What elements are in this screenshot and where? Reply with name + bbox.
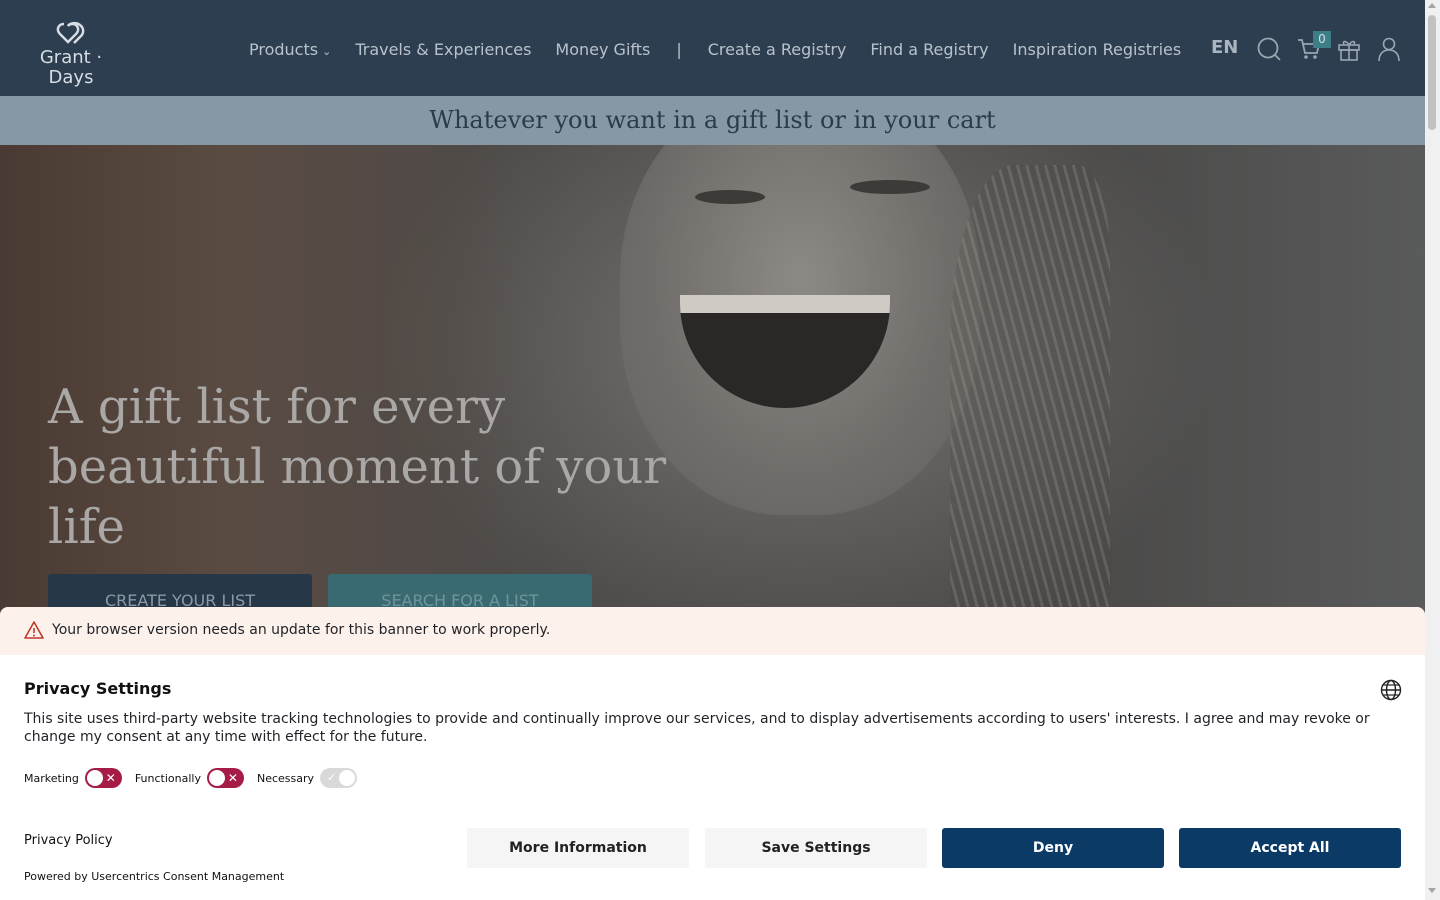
nav-separator: | — [676, 39, 682, 59]
user-icon[interactable] — [1376, 36, 1402, 62]
hero-image-hair — [950, 165, 1110, 615]
privacy-policy-link[interactable]: Privacy Policy — [24, 833, 113, 848]
page-scrollbar[interactable] — [1425, 0, 1440, 900]
privacy-settings-title: Privacy Settings — [24, 679, 172, 698]
privacy-description: This site uses third-party website track… — [24, 711, 1370, 745]
nav-money-gifts[interactable]: Money Gifts — [555, 40, 650, 59]
necessary-toggle: ✓ — [320, 768, 358, 788]
nav-find-registry[interactable]: Find a Registry — [870, 40, 988, 59]
marketing-toggle[interactable]: ✕ — [84, 768, 122, 788]
toggle-knob — [208, 770, 225, 786]
x-icon: ✕ — [105, 771, 116, 785]
page: Grant · Days Products ⌄ Travels & Experie… — [0, 0, 1425, 900]
double-heart-logo-icon — [56, 21, 85, 44]
tagline-bar: Whatever you want in a gift list or in y… — [0, 96, 1425, 145]
powered-by-text: Powered by Usercentrics Consent Manageme… — [24, 870, 285, 883]
scroll-down-arrow-icon[interactable] — [1428, 888, 1436, 893]
more-information-button[interactable]: More Information — [467, 828, 689, 868]
privacy-consent-banner: Your browser version needs an update for… — [0, 607, 1425, 900]
toggle-knob — [339, 770, 356, 786]
save-settings-button[interactable]: Save Settings — [705, 828, 927, 868]
globe-icon[interactable] — [1380, 679, 1402, 701]
hero-section: A gift list for every beautiful moment o… — [0, 145, 1425, 615]
scrollbar-thumb[interactable] — [1428, 15, 1436, 130]
main-nav: Products ⌄ Travels & Experiences Money Gi… — [249, 38, 1205, 60]
logo[interactable]: Grant · Days — [16, 20, 126, 88]
site-header: Grant · Days Products ⌄ Travels & Experie… — [0, 0, 1425, 96]
browser-warning-text: Your browser version needs an update for… — [52, 622, 551, 638]
scroll-up-arrow-icon[interactable] — [1428, 3, 1436, 8]
tagline-text: Whatever you want in a gift list or in y… — [429, 106, 996, 134]
consent-toggles: Marketing ✕ Functionally ✕ Necessary ✓ — [24, 767, 370, 789]
x-icon: ✕ — [227, 771, 238, 785]
search-icon[interactable] — [1256, 36, 1282, 62]
nav-products-label: Products — [249, 39, 319, 59]
nav-inspiration-registries[interactable]: Inspiration Registries — [1013, 40, 1182, 59]
hero-image-overlay — [1095, 145, 1425, 615]
browser-warning: Your browser version needs an update for… — [0, 607, 1425, 655]
chevron-down-icon: ⌄ — [322, 44, 332, 58]
check-icon: ✓ — [327, 771, 337, 784]
nav-products[interactable]: Products ⌄ — [249, 40, 331, 59]
language-selector[interactable]: EN — [1211, 37, 1238, 58]
toggle-label-necessary: Necessary — [256, 771, 315, 785]
toggle-label-marketing: Marketing — [24, 771, 79, 785]
toggle-label-functionally: Functionally — [134, 771, 201, 785]
nav-travels-experiences[interactable]: Travels & Experiences — [355, 40, 531, 59]
hero-image-detail — [695, 190, 765, 204]
nav-create-registry[interactable]: Create a Registry — [708, 40, 847, 59]
functionally-toggle[interactable]: ✕ — [206, 768, 244, 788]
accept-all-button[interactable]: Accept All — [1179, 828, 1401, 868]
cart-count-badge: 0 — [1313, 31, 1331, 48]
toggle-knob — [86, 770, 103, 786]
gift-icon[interactable] — [1336, 36, 1362, 62]
deny-button[interactable]: Deny — [942, 828, 1164, 868]
hero-title: A gift list for every beautiful moment o… — [48, 379, 667, 555]
hero-image-detail — [850, 180, 930, 194]
warning-icon — [24, 621, 44, 639]
logo-text: Grant · Days — [39, 47, 103, 88]
